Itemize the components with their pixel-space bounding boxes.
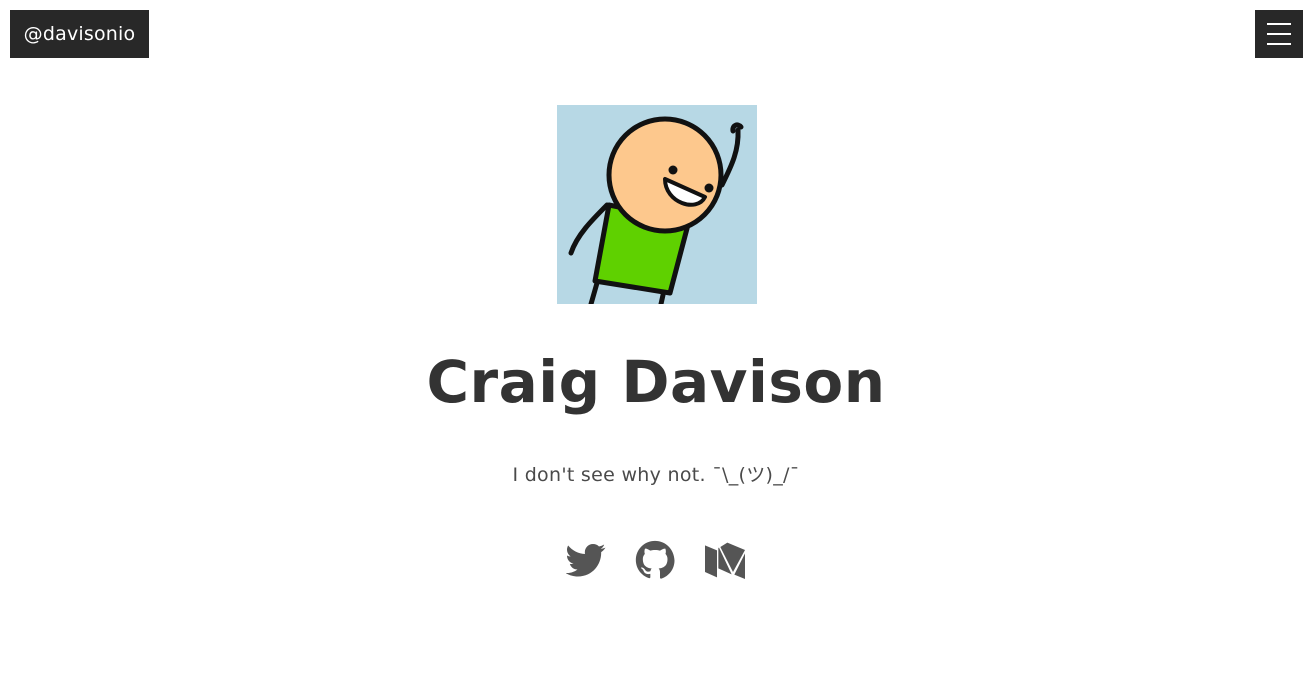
medium-link[interactable] (705, 540, 745, 580)
twitter-link[interactable] (566, 540, 606, 580)
social-links (0, 540, 1312, 580)
github-link[interactable] (635, 540, 675, 580)
medium-icon (705, 542, 745, 579)
page: @davisonio Craig Davison I don't see why… (0, 0, 1312, 682)
twitter-icon (566, 544, 606, 577)
page-title: Craig Davison (426, 348, 886, 416)
github-icon (635, 540, 675, 579)
avatar (557, 105, 757, 304)
tagline: I don't see why not. ¯\_(ツ)_/¯ (512, 464, 800, 486)
menu-button[interactable] (1255, 10, 1303, 58)
brand-link[interactable]: @davisonio (10, 10, 149, 58)
cartoon-avatar-icon (568, 116, 744, 304)
